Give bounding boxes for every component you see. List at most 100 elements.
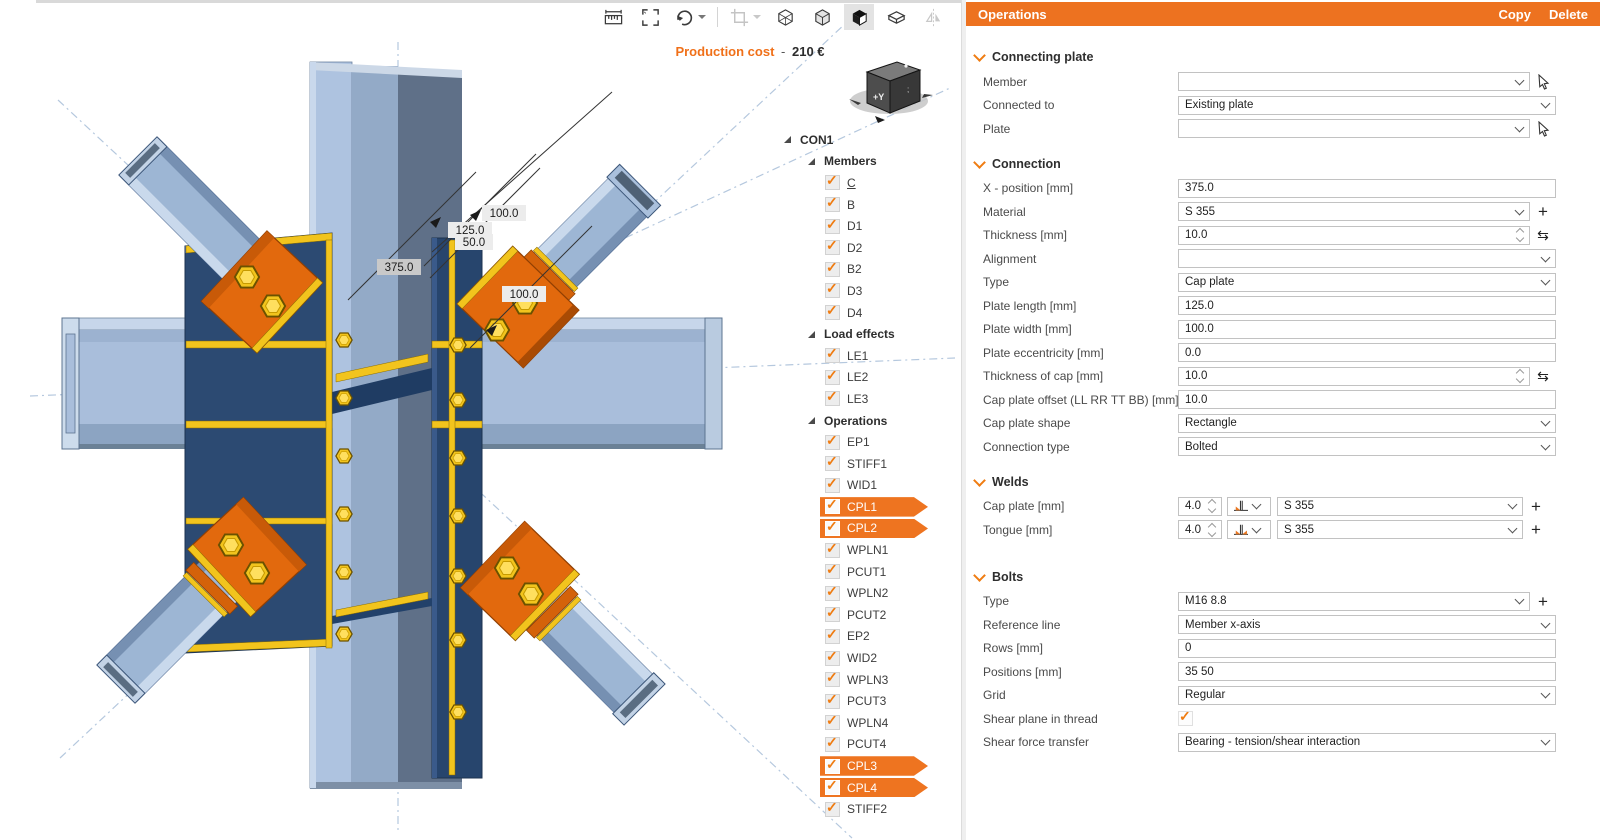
tree-node-label[interactable]: EP1 (847, 435, 870, 449)
collapse-chevron-icon[interactable] (973, 49, 986, 62)
tree-node-label[interactable]: STIFF1 (847, 457, 887, 471)
spinner-arrows[interactable] (1205, 500, 1215, 512)
tree-checkbox[interactable] (825, 780, 840, 795)
tree-checkbox[interactable] (825, 737, 840, 752)
add-new-button[interactable]: + (1530, 593, 1556, 610)
tree-checkbox[interactable] (825, 521, 840, 536)
tree-node-ep1[interactable]: EP1 (780, 431, 962, 453)
field-cap-plate-mm-size-stepper[interactable]: 4.0 (1178, 497, 1222, 516)
tree-checkbox[interactable] (825, 175, 840, 190)
tree-checkbox[interactable] (825, 543, 840, 558)
tree-checkbox[interactable] (825, 197, 840, 212)
tree-checkbox[interactable] (825, 694, 840, 709)
pick-in-scene-icon[interactable] (1530, 121, 1556, 137)
tree-expander-icon[interactable] (808, 158, 815, 165)
tree-node-label[interactable]: CPL3 (847, 759, 877, 773)
tree-node-wpln3[interactable]: WPLN3 (780, 669, 962, 691)
tree-node-d2[interactable]: D2 (780, 237, 962, 259)
tree-node-wpln1[interactable]: WPLN1 (780, 539, 962, 561)
wireframe-view-button[interactable] (770, 4, 800, 30)
tree-node-wid1[interactable]: WID1 (780, 475, 962, 497)
tree-node-label[interactable]: D2 (847, 241, 862, 255)
tree-node-label[interactable]: LE3 (847, 392, 868, 406)
solid-view-button[interactable] (844, 4, 874, 30)
clip-view-button[interactable] (881, 4, 911, 30)
tree-node-members[interactable]: Members (780, 151, 962, 173)
field-connected-to-select[interactable]: Existing plate (1178, 96, 1556, 115)
tree-node-stiff1[interactable]: STIFF1 (780, 453, 962, 475)
tree-node-label[interactable]: PCUT4 (847, 737, 886, 751)
tree-checkbox[interactable] (825, 219, 840, 234)
hidden-line-view-button[interactable] (807, 4, 837, 30)
section-crop-button[interactable] (727, 4, 763, 30)
model-viewport[interactable]: 100.0 125.0 50.0 375.0 100.0 Production … (0, 0, 961, 840)
tree-checkbox[interactable] (825, 391, 840, 406)
tree-checkbox[interactable] (825, 759, 840, 774)
field-thickness-of-cap-mm-stepper[interactable]: 10.0 (1178, 367, 1530, 386)
tree-checkbox[interactable] (825, 715, 840, 730)
swap-sides-button[interactable]: ⇆ (1530, 228, 1556, 242)
tree-checkbox[interactable] (825, 262, 840, 277)
tree-node-cpl2[interactable]: CPL2 (780, 518, 962, 540)
tree-checkbox[interactable] (825, 305, 840, 320)
spinner-arrows[interactable] (1513, 370, 1523, 382)
tree-node-con1[interactable]: CON1 (780, 129, 962, 151)
tree-node-label[interactable]: B (847, 198, 855, 212)
tree-node-label[interactable]: PCUT3 (847, 694, 886, 708)
tree-expander-icon[interactable] (784, 136, 791, 143)
tree-node-label[interactable]: WPLN2 (847, 586, 888, 600)
tree-node-label[interactable]: LE2 (847, 370, 868, 384)
tree-node-label[interactable]: WPLN3 (847, 673, 888, 687)
tree-node-label[interactable]: STIFF2 (847, 802, 887, 816)
tree-node-pcut4[interactable]: PCUT4 (780, 734, 962, 756)
field-type-select[interactable]: Cap plate (1178, 273, 1556, 292)
tree-checkbox[interactable] (825, 586, 840, 601)
field-plate-width-mm-input[interactable] (1178, 320, 1556, 339)
add-new-button[interactable]: + (1523, 498, 1549, 515)
tree-node-load-effects[interactable]: Load effects (780, 323, 962, 345)
tree-node-le1[interactable]: LE1 (780, 345, 962, 367)
field-plate-select[interactable] (1178, 119, 1530, 138)
tree-node-label[interactable]: PCUT2 (847, 608, 886, 622)
collapse-chevron-icon[interactable] (973, 474, 986, 487)
tree-node-label[interactable]: Operations (824, 414, 887, 428)
tree-expander-icon[interactable] (808, 331, 815, 338)
pick-in-scene-icon[interactable] (1530, 74, 1556, 90)
tree-node-label[interactable]: EP2 (847, 629, 870, 643)
tree-node-label[interactable]: Load effects (824, 327, 895, 341)
field-positions-mm-input[interactable] (1178, 662, 1556, 681)
dropdown-caret-icon[interactable] (698, 15, 706, 19)
tree-node-label[interactable]: WID1 (847, 478, 877, 492)
tree-expander-icon[interactable] (808, 417, 815, 424)
tree-node-label[interactable]: WID2 (847, 651, 877, 665)
tree-checkbox[interactable] (825, 802, 840, 817)
field-tongue-mm-material-select[interactable]: S 355 (1277, 520, 1523, 539)
tree-node-pcut3[interactable]: PCUT3 (780, 690, 962, 712)
tree-node-d1[interactable]: D1 (780, 215, 962, 237)
field-member-select[interactable] (1178, 72, 1530, 91)
field-tongue-mm-size-stepper[interactable]: 4.0 (1178, 520, 1222, 539)
tree-checkbox[interactable] (825, 370, 840, 385)
tree-node-label[interactable]: D1 (847, 219, 862, 233)
collapse-chevron-icon[interactable] (973, 156, 986, 169)
field-rows-mm-input[interactable] (1178, 639, 1556, 658)
tree-node-label[interactable]: D3 (847, 284, 862, 298)
collapse-chevron-icon[interactable] (973, 569, 986, 582)
field-tongue-mm-type-select[interactable] (1227, 520, 1271, 539)
tree-node-le2[interactable]: LE2 (780, 367, 962, 389)
spinner-arrows[interactable] (1513, 229, 1523, 241)
tree-checkbox[interactable] (825, 629, 840, 644)
tree-node-label[interactable]: WPLN4 (847, 716, 888, 730)
tree-checkbox[interactable] (825, 499, 840, 514)
tree-checkbox[interactable] (825, 240, 840, 255)
field-shear-force-transfer-select[interactable]: Bearing - tension/shear interaction (1178, 733, 1556, 752)
copy-button[interactable]: Copy (1498, 7, 1531, 22)
tree-node-b[interactable]: B (780, 194, 962, 216)
tree-node-label[interactable]: CON1 (800, 133, 833, 147)
delete-button[interactable]: Delete (1549, 7, 1588, 22)
add-new-button[interactable]: + (1523, 521, 1549, 538)
tree-node-cpl4[interactable]: CPL4 (780, 777, 962, 799)
tree-checkbox[interactable] (825, 607, 840, 622)
tree-node-b2[interactable]: B2 (780, 259, 962, 281)
field-x-position-mm-input[interactable] (1178, 179, 1556, 198)
